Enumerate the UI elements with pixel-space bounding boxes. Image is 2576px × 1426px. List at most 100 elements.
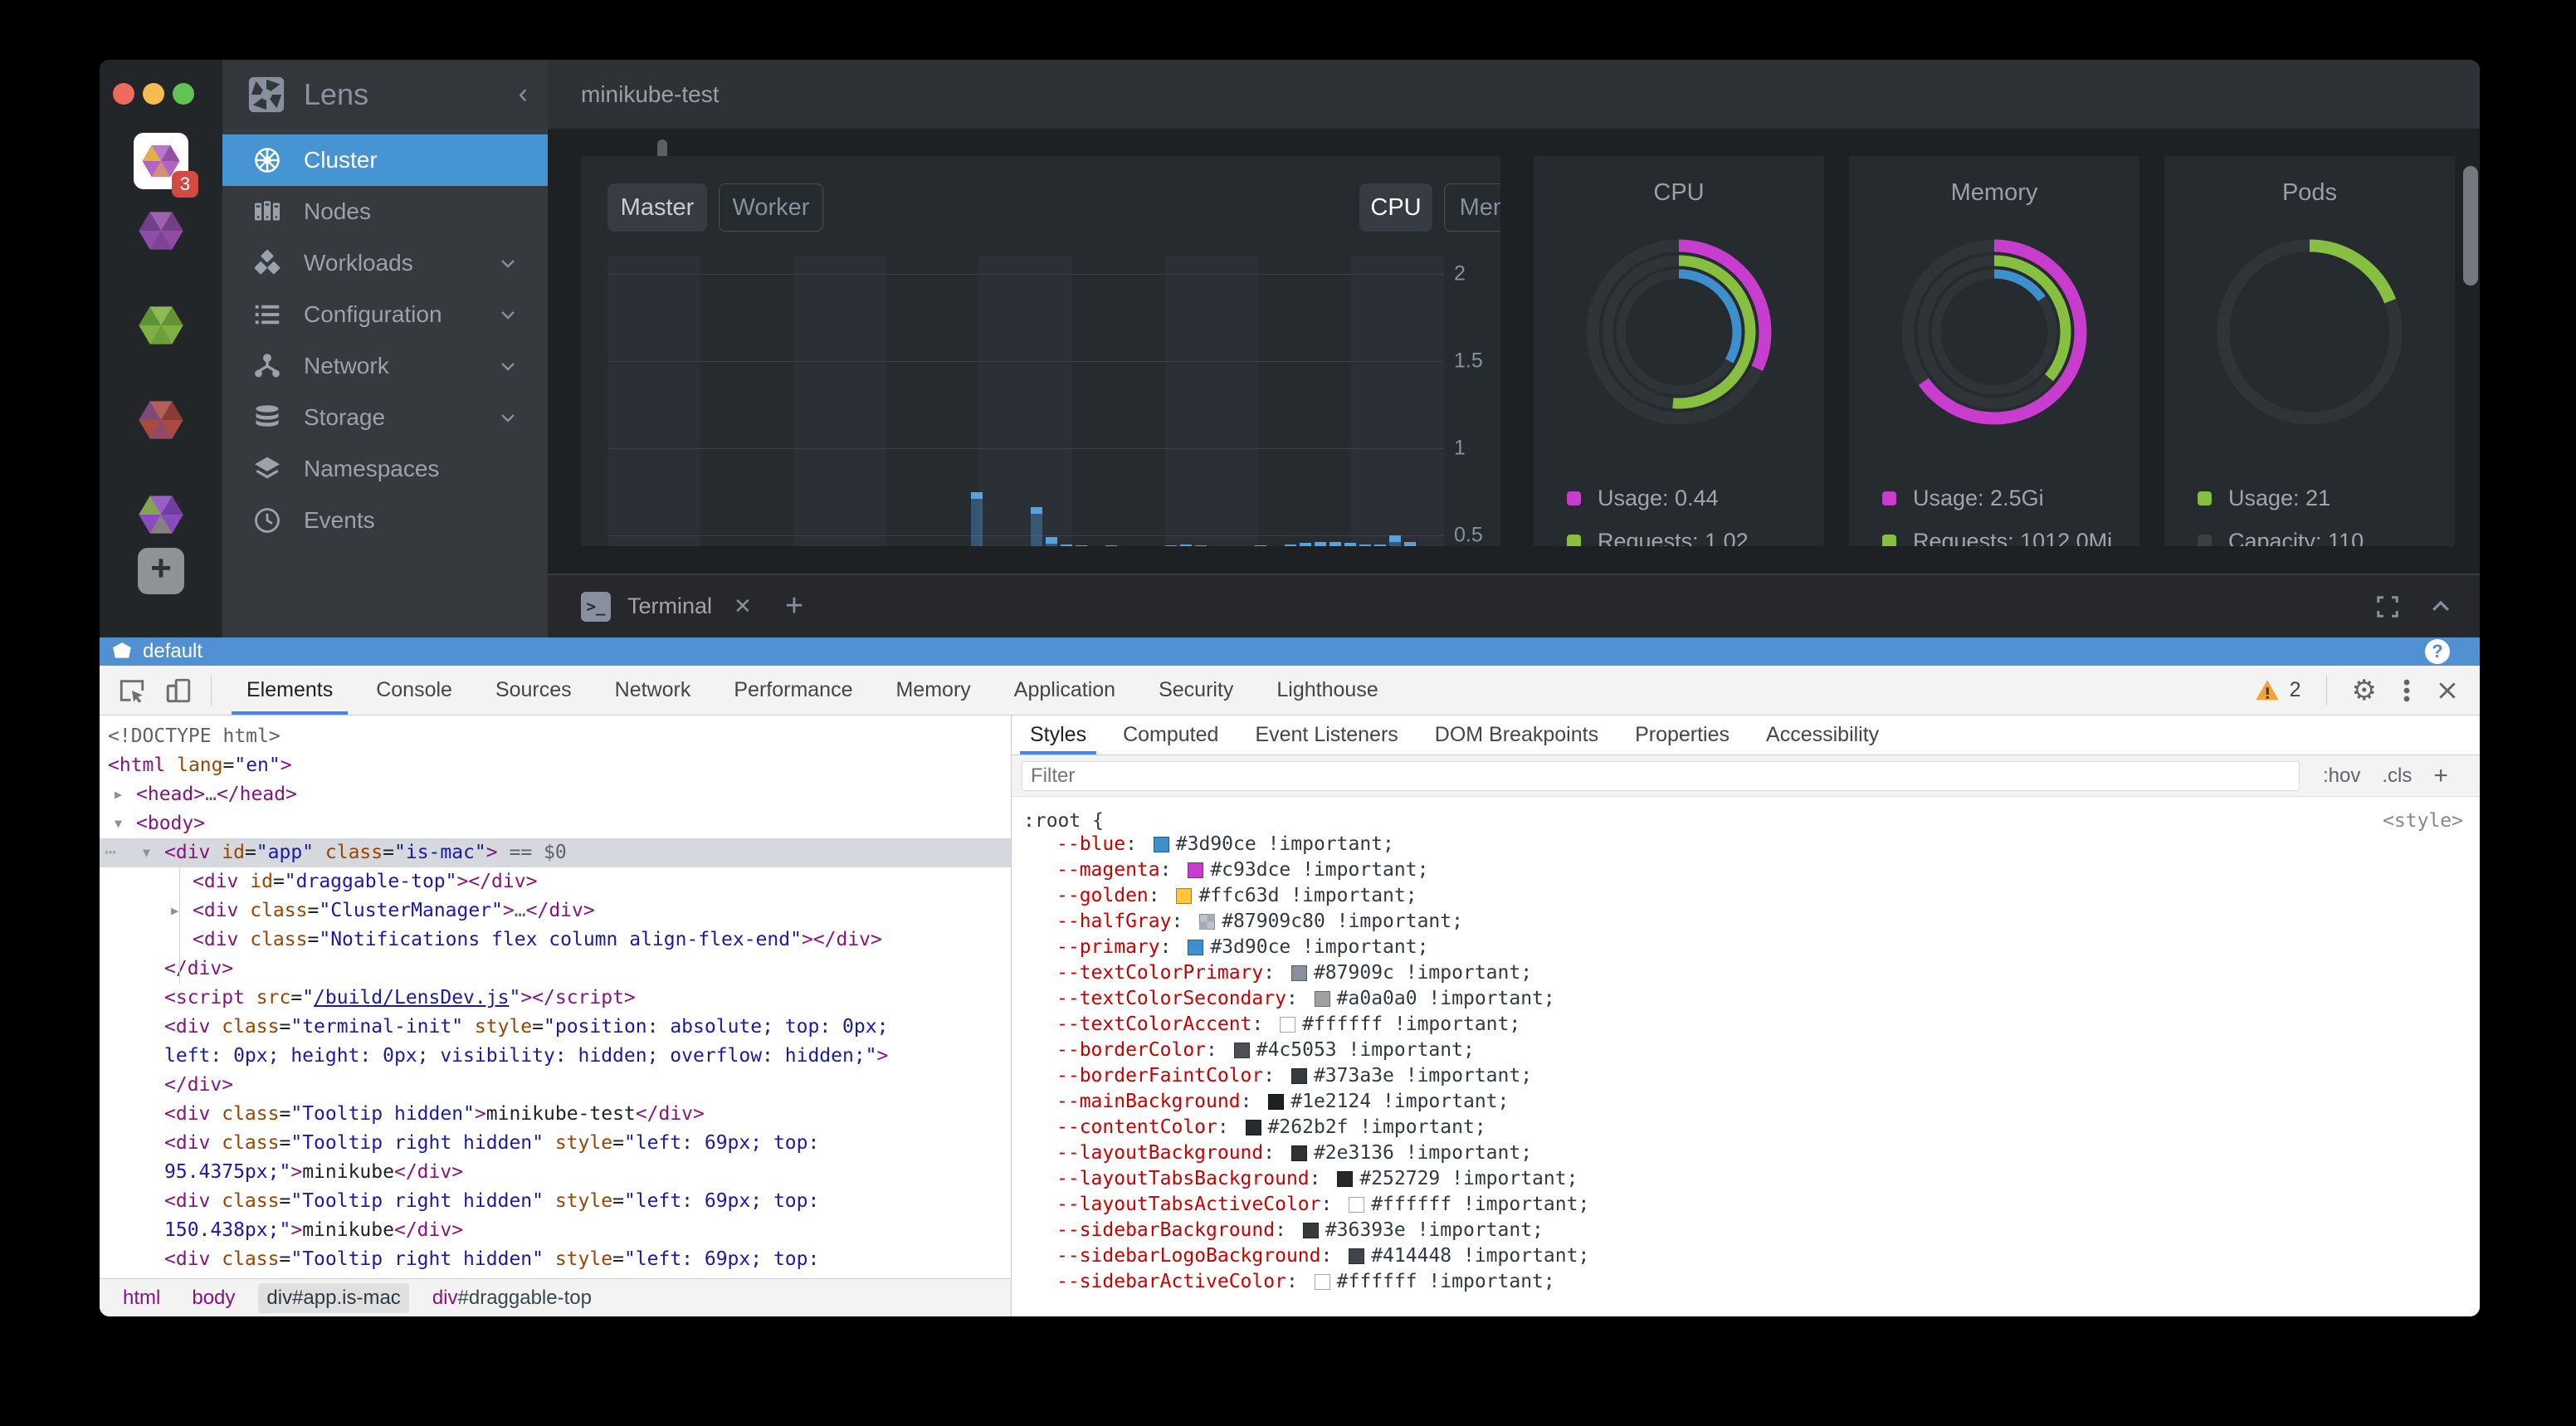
dom-tree-row[interactable]: </div> <box>100 955 1011 984</box>
color-swatch[interactable] <box>1291 965 1307 981</box>
dom-tree-row[interactable]: <div class="Tooltip right hidden" style=… <box>100 1245 1011 1274</box>
cluster-4[interactable] <box>134 393 188 447</box>
dom-tree-row[interactable]: ▶<head>…</head> <box>100 780 1011 809</box>
breadcrumb-item[interactable]: div#draggable-top <box>424 1283 600 1313</box>
tab-performance[interactable]: Performance <box>712 666 874 715</box>
tab-properties[interactable]: Properties <box>1617 715 1748 755</box>
color-swatch[interactable] <box>1315 1274 1330 1290</box>
tab-console[interactable]: Console <box>354 666 474 715</box>
dom-tree-row[interactable]: left: 0px; height: 0px; visibility: hidd… <box>100 1042 1011 1071</box>
dom-tree-row[interactable]: </div> <box>100 1071 1011 1100</box>
sidebar-item-storage[interactable]: Storage <box>222 392 548 443</box>
color-swatch[interactable] <box>1337 1171 1353 1187</box>
sidebar-item-nodes[interactable]: Nodes <box>222 186 548 237</box>
terminal-expand-icon[interactable] <box>2375 594 2400 619</box>
tab-lighthouse[interactable]: Lighthouse <box>1255 666 1399 715</box>
dom-tree-row[interactable]: ⋯▼<div id="app" class="is-mac"> == $0 <box>100 838 1011 867</box>
dom-tree-row[interactable]: <div class="Notifications flex column al… <box>100 925 1011 955</box>
tab-security[interactable]: Security <box>1137 666 1255 715</box>
dom-tree-row[interactable]: <html lang="en"> <box>100 751 1011 780</box>
css-variable-row[interactable]: --mainBackground: #1e2124 !important; <box>1023 1089 2480 1115</box>
css-variable-row[interactable]: --borderColor: #4c5053 !important; <box>1023 1038 2480 1063</box>
tab-elements[interactable]: Elements <box>225 666 354 715</box>
tab-master[interactable]: Master <box>607 183 707 232</box>
css-variable-row[interactable]: --primary: #3d90ce !important; <box>1023 935 2480 960</box>
color-swatch[interactable] <box>1176 888 1192 904</box>
toggle-class-button[interactable]: .cls <box>2382 764 2412 788</box>
add-cluster-button[interactable]: + <box>138 548 184 594</box>
color-swatch[interactable] <box>1315 991 1330 1007</box>
dom-tree-row[interactable]: <div id="draggable-top"></div> <box>100 867 1011 896</box>
dom-tree-row[interactable]: <div class="Tooltip hidden">minikube-tes… <box>100 1100 1011 1129</box>
css-variable-row[interactable]: --golden: #ffc63d !important; <box>1023 883 2480 909</box>
traffic-zoom-button[interactable] <box>173 83 194 105</box>
twisty-closed-icon[interactable]: ▶ <box>171 896 178 925</box>
color-swatch[interactable] <box>1268 1094 1284 1110</box>
dom-tree-row[interactable]: ▶<div class="ClusterManager">…</div> <box>100 896 1011 925</box>
tab-event-listeners[interactable]: Event Listeners <box>1237 715 1416 755</box>
twisty-open-icon[interactable]: ▼ <box>143 838 150 867</box>
toggle-hover-state-button[interactable]: :hov <box>2323 764 2360 788</box>
terminal-collapse-icon[interactable] <box>2428 594 2453 619</box>
sidebar-item-configuration[interactable]: Configuration <box>222 289 548 340</box>
breadcrumb-item[interactable]: div#app.is-mac <box>258 1283 408 1313</box>
css-variable-row[interactable]: --sidebarActiveColor: #ffffff !important… <box>1023 1269 2480 1295</box>
tab-cpu[interactable]: CPU <box>1359 183 1432 232</box>
help-button[interactable]: ? <box>2425 639 2450 664</box>
color-swatch[interactable] <box>1199 914 1215 930</box>
tab-styles[interactable]: Styles <box>1012 715 1105 755</box>
css-variable-row[interactable]: --layoutBackground: #2e3136 !important; <box>1023 1140 2480 1166</box>
warning-icon[interactable] <box>2255 678 2280 703</box>
color-swatch[interactable] <box>1188 862 1203 878</box>
dom-tree-row[interactable]: <div class="Tooltip right hidden" style=… <box>100 1187 1011 1216</box>
dom-tree-row[interactable]: <div class="terminal-init" style="positi… <box>100 1013 1011 1042</box>
dom-tree-row[interactable]: <div class="Tooltip right hidden" style=… <box>100 1129 1011 1158</box>
css-variable-row[interactable]: --layoutTabsBackground: #252729 !importa… <box>1023 1166 2480 1192</box>
css-variable-row[interactable]: --halfGray: #87909c80 !important; <box>1023 909 2480 935</box>
dom-tree-row[interactable]: 95.4375px;">minikube</div> <box>100 1158 1011 1187</box>
inspect-element-icon[interactable] <box>118 676 146 705</box>
color-swatch[interactable] <box>1349 1248 1364 1264</box>
dom-tree-row[interactable]: ▼<body> <box>100 809 1011 838</box>
css-variable-row[interactable]: --textColorSecondary: #a0a0a0 !important… <box>1023 986 2480 1012</box>
css-variable-row[interactable]: --sidebarLogoBackground: #414448 !import… <box>1023 1243 2480 1269</box>
breadcrumb-item[interactable]: html <box>115 1283 168 1313</box>
gear-icon[interactable]: ⚙ <box>2352 676 2377 705</box>
tab-network[interactable]: Network <box>593 666 713 715</box>
color-swatch[interactable] <box>1303 1223 1319 1238</box>
color-swatch[interactable] <box>1291 1145 1307 1161</box>
more-actions-icon[interactable]: ⋯ <box>105 838 116 867</box>
namespace-status-bar[interactable]: default ? <box>100 637 2480 666</box>
css-variable-row[interactable]: --layoutTabsActiveColor: #ffffff !import… <box>1023 1192 2480 1218</box>
tab-memory[interactable]: Memory <box>874 666 992 715</box>
cluster-active[interactable]: 3 <box>134 133 188 189</box>
main-scrollbar[interactable] <box>2463 166 2478 286</box>
color-swatch[interactable] <box>1154 837 1169 852</box>
sidebar-item-workloads[interactable]: Workloads <box>222 237 548 289</box>
sidebar-collapse-icon[interactable]: ‹ <box>519 78 528 110</box>
css-variable-row[interactable]: --magenta: #c93dce !important; <box>1023 857 2480 883</box>
tab-computed[interactable]: Computed <box>1105 715 1237 755</box>
new-style-rule-button[interactable]: + <box>2433 762 2448 790</box>
color-swatch[interactable] <box>1188 940 1203 955</box>
sidebar-item-cluster[interactable]: Cluster <box>222 134 548 186</box>
terminal-close-icon[interactable]: ✕ <box>734 593 752 619</box>
css-variable-row[interactable]: --borderFaintColor: #373a3e !important; <box>1023 1063 2480 1089</box>
cluster-3[interactable] <box>134 299 188 352</box>
kebab-menu-icon[interactable] <box>2402 676 2412 705</box>
cluster-2[interactable] <box>134 204 188 257</box>
sidebar-item-network[interactable]: Network <box>222 340 548 392</box>
css-variable-row[interactable]: --sidebarBackground: #36393e !important; <box>1023 1218 2480 1243</box>
twisty-closed-icon[interactable]: ▶ <box>115 780 122 809</box>
tab-dom-breakpoints[interactable]: DOM Breakpoints <box>1417 715 1617 755</box>
traffic-minimize-button[interactable] <box>143 83 164 105</box>
terminal-tab-label[interactable]: Terminal <box>627 593 712 619</box>
traffic-close-button[interactable] <box>113 83 134 105</box>
tab-accessibility[interactable]: Accessibility <box>1748 715 1897 755</box>
tab-worker[interactable]: Worker <box>719 183 823 232</box>
device-toolbar-icon[interactable] <box>164 676 193 705</box>
css-variable-row[interactable]: --contentColor: #262b2f !important; <box>1023 1115 2480 1140</box>
sidebar-item-namespaces[interactable]: Namespaces <box>222 443 548 495</box>
color-swatch[interactable] <box>1291 1068 1307 1084</box>
dom-tree-row[interactable]: <script src="/build/LensDev.js"></script… <box>100 984 1011 1013</box>
